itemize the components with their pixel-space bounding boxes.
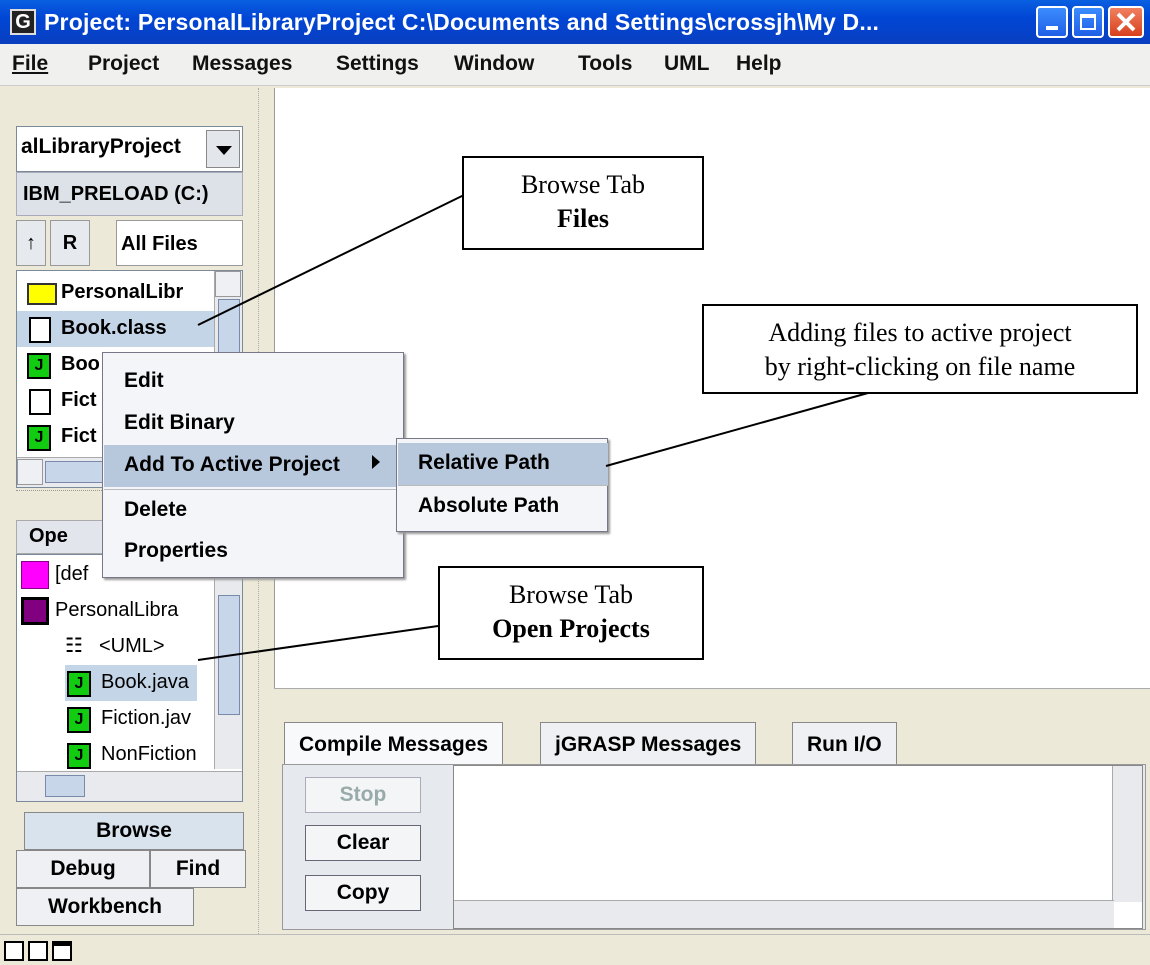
callout-line-adding: [605, 392, 869, 467]
callout-browse-files: Browse Tab Files: [462, 156, 704, 250]
callout-open-projects: Browse Tab Open Projects: [438, 566, 704, 660]
callout-text: Adding files to active project: [768, 318, 1072, 347]
callout-adding-files: Adding files to active project by right-…: [702, 304, 1138, 394]
callout-text: Files: [557, 204, 609, 233]
jgrasp-window: G Project: PersonalLibraryProject C:\Doc…: [0, 0, 1150, 965]
callout-lines: [197, 194, 869, 661]
callout-line-open: [197, 625, 439, 661]
callout-text: Open Projects: [492, 614, 650, 643]
callout-text: by right-clicking on file name: [764, 352, 1076, 381]
callout-text: Browse Tab: [520, 170, 646, 199]
callout-text: Browse Tab: [508, 580, 634, 609]
callout-line-files: [197, 194, 465, 326]
